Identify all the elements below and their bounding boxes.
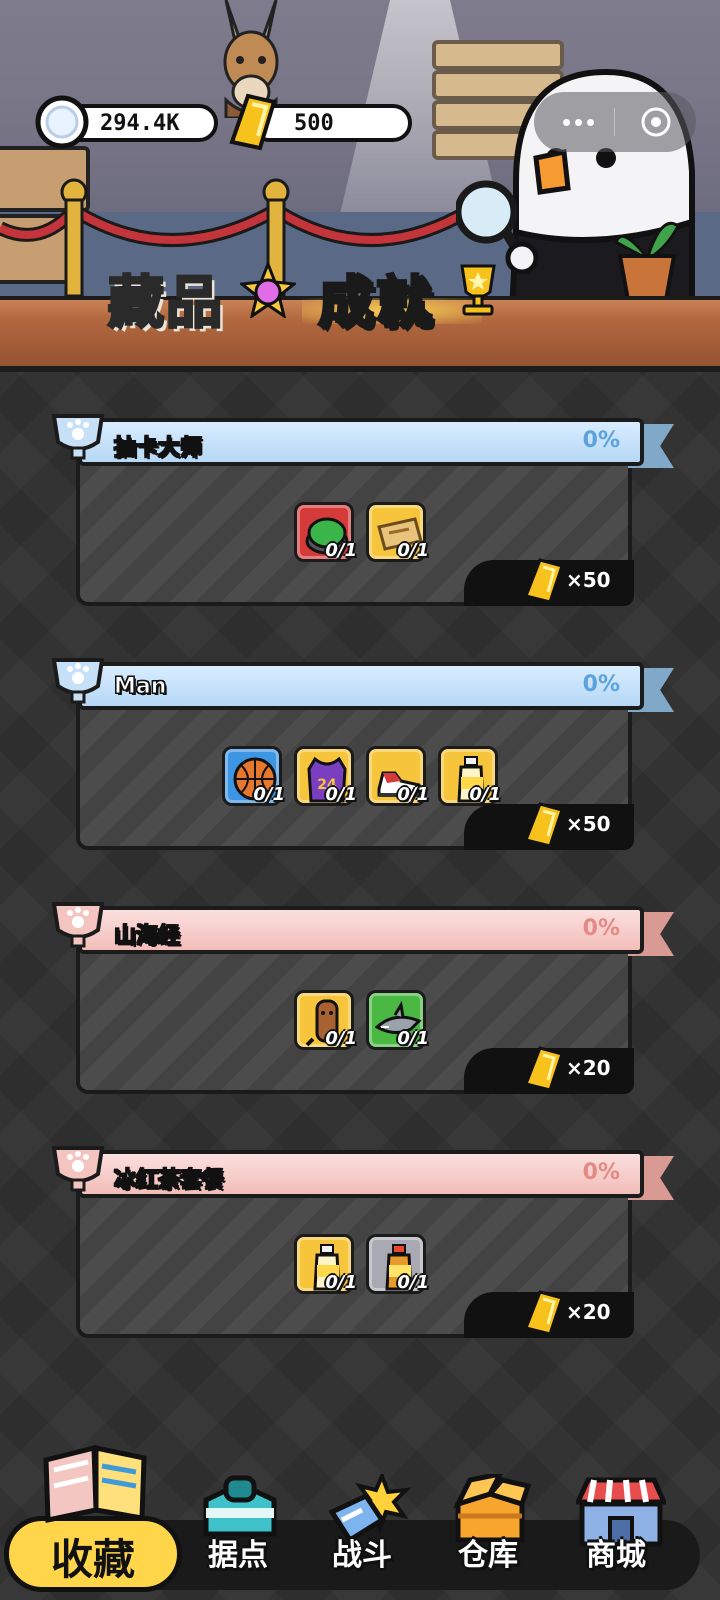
card-title: Man (113, 674, 167, 700)
nav-warehouse[interactable]: 仓库 (428, 1474, 548, 1600)
reward-amount: ×20 (566, 1056, 611, 1080)
item-count: 0/1 (397, 540, 429, 561)
card-title: 冰红茶套餐 (113, 1168, 225, 1194)
tab-achievement[interactable]: 成就 (317, 258, 434, 339)
achievement-card[interactable]: Man0%0/1240/1240/10/1×50 (48, 658, 674, 854)
card-title: 抽卡大师 (113, 436, 203, 462)
card-items: 0/1 0/1 (48, 1234, 672, 1294)
shark-item[interactable]: 0/1 (366, 990, 429, 1050)
reward-amount: ×50 (566, 568, 611, 592)
nav-collect[interactable]: 收藏 (0, 1444, 190, 1600)
sneaker-item[interactable]: 0/1 (366, 746, 429, 806)
ssr-ticket-item[interactable]: 0/1SSR (366, 502, 429, 562)
tea-bottle-item[interactable]: 0/1 (366, 1234, 429, 1294)
paw-trophy-icon (48, 408, 108, 468)
star-gem-icon (240, 262, 296, 318)
nav-base[interactable]: 据点 (178, 1474, 298, 1600)
item-count: 0/1 (325, 1272, 357, 1293)
reward-badge[interactable]: ×50 (464, 802, 634, 850)
nav-shop[interactable]: 商城 (556, 1474, 676, 1600)
nav-warehouse-label: 仓库 (458, 1538, 518, 1573)
reward-badge[interactable]: ×20 (464, 1290, 634, 1338)
nav-shop-label: 商城 (586, 1538, 646, 1573)
nav-collect-label: 收藏 (50, 1535, 135, 1584)
target-icon (641, 107, 671, 137)
card-items: 0/1启动0/1SSR (48, 502, 672, 562)
achievement-card[interactable]: 冰红茶套餐 0% 0/1 0/1 ×20 (48, 1146, 674, 1342)
achievement-card[interactable]: 山海经 0% 0/1 0/1 ×20 (48, 902, 674, 1098)
item-count: 0/1 (325, 540, 357, 561)
iced-tea-bottle-item[interactable]: 0/1 (438, 746, 501, 806)
item-count: 0/1 (397, 1028, 429, 1049)
reward-amount: ×50 (566, 812, 611, 836)
gold-amount: 500 (294, 110, 334, 136)
item-count: 0/1 (325, 784, 357, 805)
gold-bar-icon (229, 93, 277, 151)
basketball-item[interactable]: 0/1 (222, 746, 285, 806)
nav-battle-label: 战斗 (332, 1538, 392, 1573)
trophy-star-icon (460, 264, 496, 316)
potted-plant-icon (614, 221, 680, 302)
card-progress-percent: 0% (582, 672, 620, 697)
silver-coin-icon (35, 95, 89, 149)
paw-trophy-icon (48, 1140, 108, 1200)
item-count: 0/1 (397, 784, 429, 805)
reward-badge[interactable]: ×50 (464, 558, 634, 606)
bottom-nav: 收藏 据点 战斗 仓库 商城 (0, 1444, 720, 1600)
card-items: 0/1240/1240/10/1 (48, 746, 672, 806)
start-button-item[interactable]: 0/1启动 (294, 502, 357, 562)
reward-amount: ×20 (566, 1300, 611, 1324)
paw-trophy-icon (48, 896, 108, 956)
item-count: 0/1 (253, 784, 285, 805)
reward-badge[interactable]: ×20 (464, 1046, 634, 1094)
mini-program-capsule (534, 92, 696, 152)
card-title: 山海经 (113, 924, 181, 950)
card-items: 0/1 0/1 (48, 990, 672, 1050)
gold-bar-icon (524, 1290, 564, 1336)
paw-trophy-icon (48, 652, 108, 712)
jersey-item[interactable]: 240/124 (294, 746, 357, 806)
item-count: 0/1 (325, 1028, 357, 1049)
card-progress-percent: 0% (582, 1160, 620, 1185)
gold-bar-icon (524, 558, 564, 604)
gold-bar-icon (524, 1046, 564, 1092)
close-miniprogram-button[interactable] (626, 92, 686, 152)
card-progress-percent: 0% (582, 916, 620, 941)
gold-bar-icon (524, 802, 564, 848)
open-book-icon (43, 1444, 147, 1524)
nav-battle[interactable]: 战斗 (302, 1474, 422, 1600)
item-count: 0/1 (397, 1272, 429, 1293)
achievement-card[interactable]: 抽卡大师 0% 0/1启动0/1SSR ×50 (48, 414, 674, 610)
nav-base-label: 据点 (208, 1538, 268, 1573)
tab-collection[interactable]: 藏品 (107, 258, 224, 339)
card-progress-percent: 0% (582, 428, 620, 453)
item-count: 0/1 (469, 784, 501, 805)
iced-tea-bottle-item[interactable]: 0/1 (294, 1234, 357, 1294)
header-scene: 294.4K 500 藏品 成就 (0, 0, 720, 372)
more-options-button[interactable] (548, 92, 608, 152)
wooden-figure-item[interactable]: 0/1 (294, 990, 357, 1050)
silver-amount: 294.4K (100, 110, 180, 136)
